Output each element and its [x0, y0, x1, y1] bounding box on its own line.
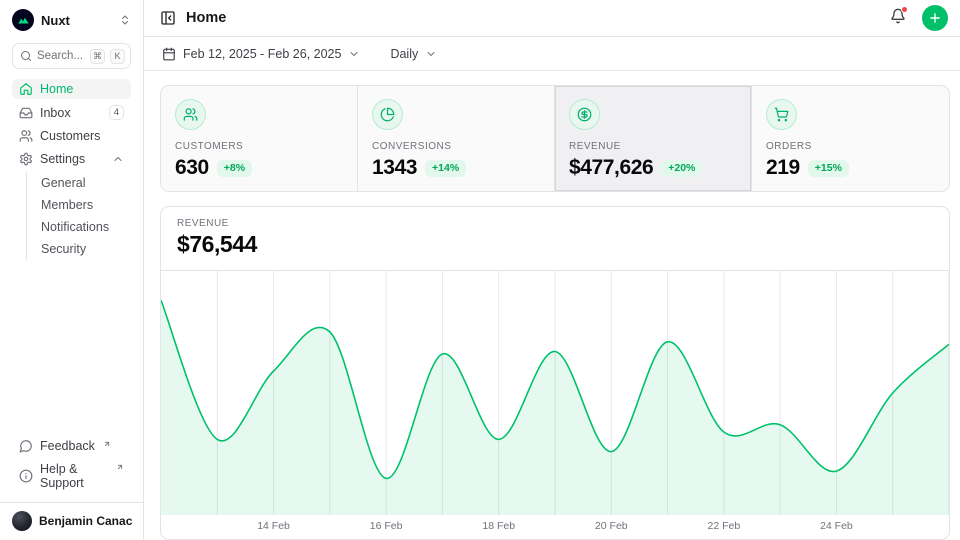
revenue-chart-card: Revenue $76,544 14 Feb 16 Feb 18 Feb 20 Feb…	[160, 206, 950, 540]
stat-label: Revenue	[569, 141, 737, 152]
stat-value: 1343	[372, 156, 417, 180]
sidebar-item-settings[interactable]: Settings	[12, 149, 131, 169]
info-circle-icon	[19, 469, 33, 483]
user-name: Benjamin Canac	[39, 514, 132, 528]
add-button[interactable]	[922, 5, 948, 31]
settings-sub-list: General Members Notifications Security	[26, 172, 131, 260]
sidebar: Nuxt Search... ⌘ K Home Inbox 4 Customer…	[0, 0, 144, 540]
search-input[interactable]: Search... ⌘ K	[12, 43, 131, 69]
panel-left-close-icon[interactable]	[160, 10, 176, 26]
footer-link-label: Feedback	[40, 439, 95, 453]
search-icon	[20, 50, 32, 62]
stat-label: Orders	[766, 141, 935, 152]
period-select[interactable]: Daily	[388, 43, 439, 65]
inbox-icon	[19, 106, 33, 120]
stat-delta-badge: +8%	[217, 160, 252, 177]
sidebar-item-inbox[interactable]: Inbox 4	[12, 102, 131, 123]
footer-link-label: Help & Support	[40, 462, 108, 490]
stat-card-orders[interactable]: Orders 219 +15%	[752, 86, 949, 191]
plus-icon	[928, 11, 942, 25]
message-circle-icon	[19, 439, 33, 453]
stat-value: $477,626	[569, 156, 653, 180]
user-menu[interactable]: Benjamin Canac	[0, 502, 143, 540]
page-title: Home	[186, 10, 226, 26]
stat-card-conversions[interactable]: Conversions 1343 +14%	[358, 86, 555, 191]
x-axis-tick-label: 22 Feb	[707, 520, 740, 532]
circle-dollar-icon	[569, 99, 600, 130]
chart-metric-label: Revenue	[177, 218, 933, 229]
sidebar-item-security[interactable]: Security	[27, 238, 131, 260]
feedback-link[interactable]: Feedback	[12, 436, 131, 456]
main-area: Home Feb 12, 2025 - Feb 26, 2025 Daily	[144, 0, 960, 540]
x-axis-tick-label: 24 Feb	[820, 520, 853, 532]
kbd-k: K	[110, 49, 125, 64]
arrow-up-right-icon	[116, 463, 124, 471]
notifications-button[interactable]	[890, 8, 906, 29]
page-header: Home	[144, 0, 960, 37]
sidebar-nav: Home Inbox 4 Customers Settings General …	[0, 77, 143, 264]
date-range-picker[interactable]: Feb 12, 2025 - Feb 26, 2025	[160, 43, 362, 65]
stat-delta-badge: +14%	[425, 160, 466, 177]
users-icon	[175, 99, 206, 130]
help-support-link[interactable]: Help & Support	[12, 459, 131, 493]
arrow-up-right-icon	[103, 440, 111, 448]
sidebar-item-label: Settings	[40, 152, 85, 166]
sidebar-item-notifications[interactable]: Notifications	[27, 216, 131, 238]
pie-chart-icon	[372, 99, 403, 130]
dashboard-content: Customers 630 +8% Conversions 1343 +14%	[144, 71, 960, 540]
x-axis-tick-label: 20 Feb	[595, 520, 628, 532]
sidebar-item-label: Customers	[40, 129, 100, 143]
shopping-cart-icon	[766, 99, 797, 130]
sidebar-item-label: Home	[40, 82, 73, 96]
sidebar-item-label: Inbox	[40, 106, 71, 120]
chart-plot-area[interactable]	[161, 271, 949, 515]
chart-metric-value: $76,544	[177, 231, 933, 258]
nuxt-logo-icon	[12, 9, 34, 31]
chevron-down-icon	[348, 48, 360, 60]
users-icon	[19, 129, 33, 143]
sidebar-item-members[interactable]: Members	[27, 194, 131, 216]
avatar	[12, 511, 32, 531]
house-icon	[19, 82, 33, 96]
stat-card-customers[interactable]: Customers 630 +8%	[161, 86, 358, 191]
inbox-count-badge: 4	[109, 105, 124, 120]
stat-card-revenue[interactable]: Revenue $477,626 +20%	[555, 86, 752, 191]
date-range-label: Feb 12, 2025 - Feb 26, 2025	[183, 47, 341, 61]
filters-toolbar: Feb 12, 2025 - Feb 26, 2025 Daily	[144, 37, 960, 71]
gear-icon	[19, 152, 33, 166]
app-root: Nuxt Search... ⌘ K Home Inbox 4 Customer…	[0, 0, 960, 540]
sidebar-footer-links: Feedback Help & Support	[0, 432, 143, 502]
stat-value: 630	[175, 156, 209, 180]
notification-dot	[901, 6, 908, 13]
stat-value: 219	[766, 156, 800, 180]
sidebar-item-general[interactable]: General	[27, 172, 131, 194]
sidebar-item-home[interactable]: Home	[12, 79, 131, 99]
chevrons-up-down-icon	[119, 14, 131, 26]
x-axis-tick-label: 18 Feb	[482, 520, 515, 532]
workspace-name: Nuxt	[41, 13, 70, 28]
kbd-cmd: ⌘	[90, 49, 105, 64]
sidebar-item-customers[interactable]: Customers	[12, 126, 131, 146]
stat-label: Customers	[175, 141, 343, 152]
x-axis-tick-label: 16 Feb	[370, 520, 403, 532]
chart-header: Revenue $76,544	[161, 207, 949, 271]
revenue-area-chart	[161, 271, 949, 515]
search-placeholder: Search...	[37, 50, 85, 62]
chevron-down-icon	[425, 48, 437, 60]
stat-delta-badge: +20%	[661, 160, 702, 177]
stat-label: Conversions	[372, 141, 540, 152]
chevron-up-icon	[112, 153, 124, 165]
period-label: Daily	[390, 47, 418, 61]
workspace-switcher[interactable]: Nuxt	[0, 0, 143, 39]
calendar-icon	[162, 47, 176, 61]
stat-delta-badge: +15%	[808, 160, 849, 177]
chart-x-axis: 14 Feb 16 Feb 18 Feb 20 Feb 22 Feb 24 Feb	[161, 515, 949, 539]
stats-row: Customers 630 +8% Conversions 1343 +14%	[160, 85, 950, 192]
x-axis-tick-label: 14 Feb	[257, 520, 290, 532]
